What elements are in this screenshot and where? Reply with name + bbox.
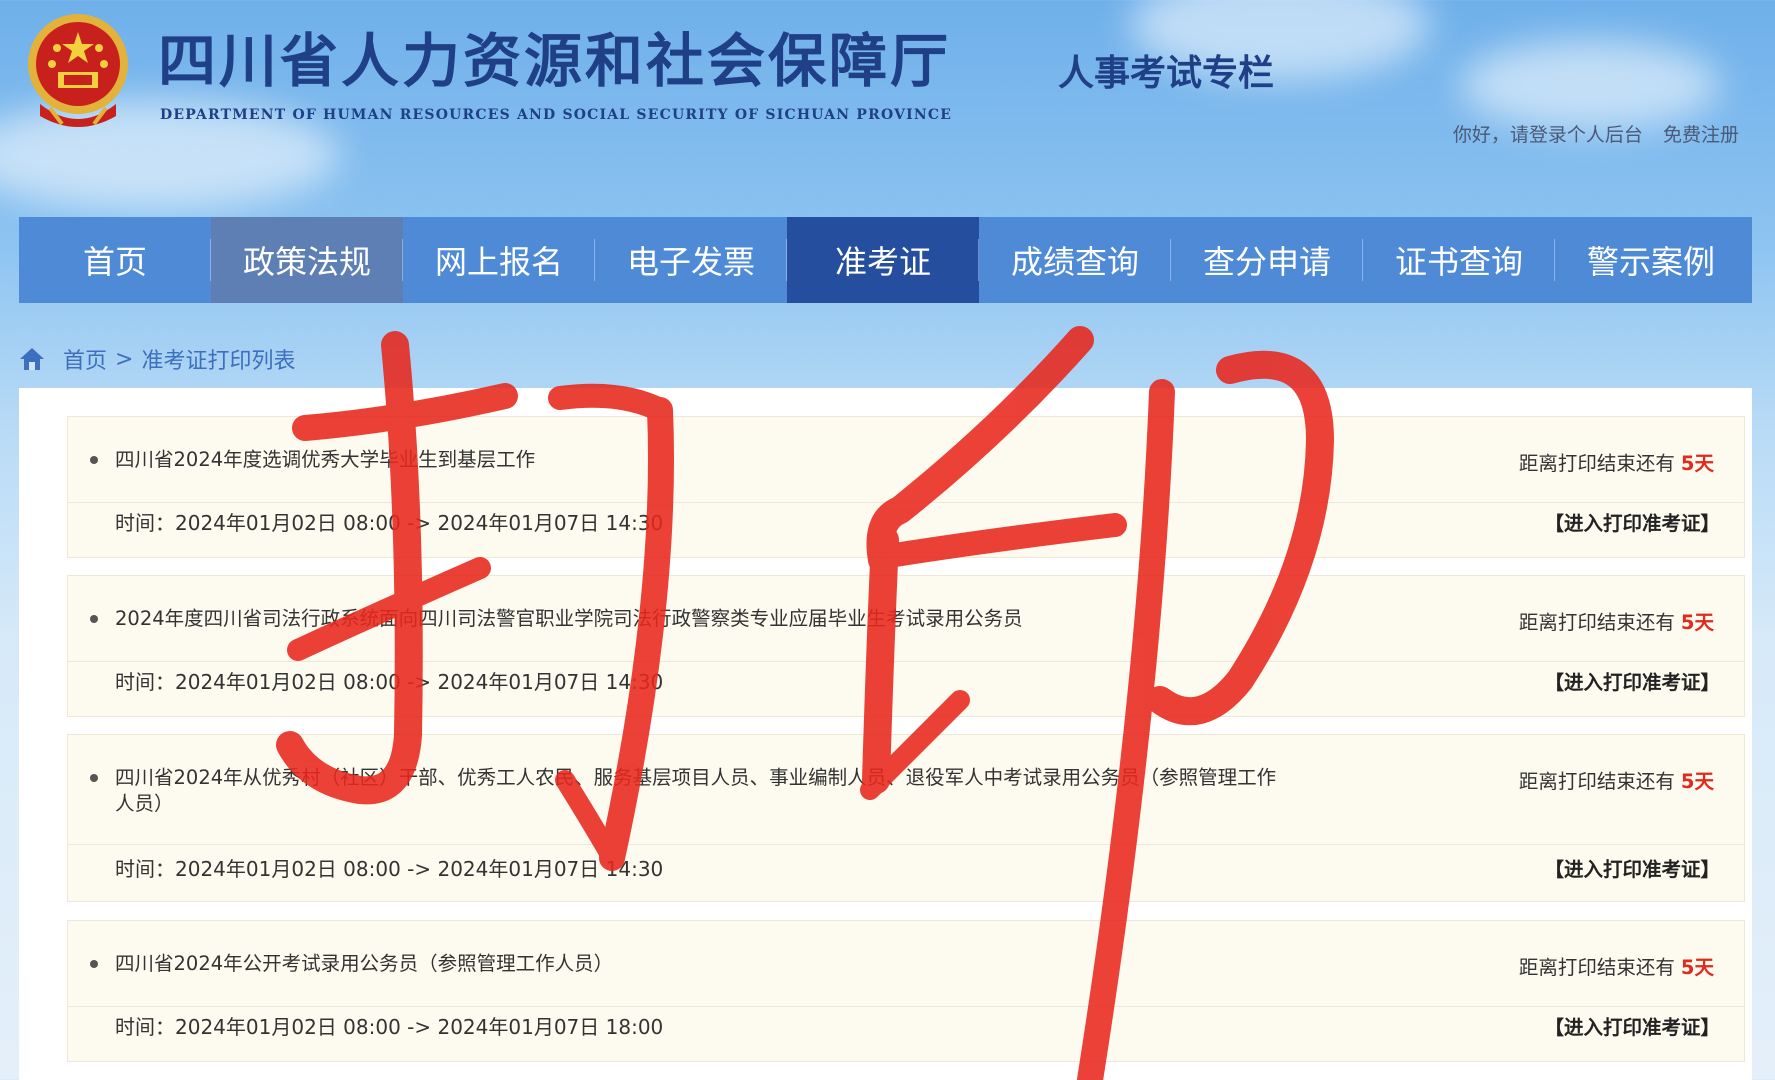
list-item: 2024年度四川省司法行政系统面向四川司法警官职业学院司法行政警察类专业应届毕业… — [67, 575, 1745, 717]
countdown-days: 5天 — [1680, 770, 1714, 793]
login-link[interactable]: 你好，请登录个人后台 — [1453, 124, 1643, 146]
exam-title: 四川省2024年从优秀村（社区）干部、优秀工人农民、服务基层项目人员、事业编制人… — [115, 766, 1277, 815]
print-countdown: 距离打印结束还有 5天 — [1519, 447, 1714, 476]
breadcrumb-separator: > — [115, 346, 134, 372]
exam-time: 时间：2024年01月02日 08:00 -> 2024年01月07日 14:3… — [115, 670, 664, 694]
exam-title: 四川省2024年公开考试录用公务员（参照管理工作人员） — [115, 952, 614, 975]
breadcrumb-current: 准考证打印列表 — [141, 349, 296, 374]
nav-item-certificate-query[interactable]: 证书查询 — [1363, 217, 1555, 303]
bullet-icon — [90, 615, 98, 623]
site-title: 四川省人力资源和社会保障厅 — [158, 27, 952, 95]
list-item: 四川省2024年从优秀村（社区）干部、优秀工人农民、服务基层项目人员、事业编制人… — [67, 734, 1745, 902]
countdown-days: 5天 — [1680, 452, 1714, 475]
countdown-days: 5天 — [1680, 611, 1714, 634]
nav-item-score-query[interactable]: 成绩查询 — [979, 217, 1171, 303]
bullet-icon — [90, 774, 98, 782]
nav-item-admission-ticket[interactable]: 准考证 — [787, 217, 979, 303]
content-panel: 四川省2024年度选调优秀大学毕业生到基层工作 距离打印结束还有 5天 时间：20… — [19, 388, 1752, 1080]
main-nav: 首页 政策法规 网上报名 电子发票 准考证 成绩查询 查分申请 证书查询 警示案… — [19, 217, 1752, 303]
exam-title: 2024年度四川省司法行政系统面向四川司法警官职业学院司法行政警察类专业应届毕业… — [115, 607, 1023, 630]
exam-time: 时间：2024年01月02日 08:00 -> 2024年01月07日 14:3… — [115, 857, 664, 881]
breadcrumb-home-link[interactable]: 首页 — [63, 343, 107, 375]
exam-time: 时间：2024年01月02日 08:00 -> 2024年01月07日 14:3… — [115, 511, 664, 535]
print-countdown: 距离打印结束还有 5天 — [1519, 951, 1714, 980]
countdown-label: 距离打印结束还有 — [1518, 956, 1675, 979]
exam-title: 四川省2024年度选调优秀大学毕业生到基层工作 — [115, 448, 536, 471]
nav-item-home[interactable]: 首页 — [19, 217, 211, 303]
countdown-label: 距离打印结束还有 — [1518, 452, 1675, 475]
print-countdown: 距离打印结束还有 5天 — [1519, 606, 1714, 635]
site-header: 四川省人力资源和社会保障厅 DEPARTMENT OF HUMAN RESOUR… — [0, 0, 1775, 215]
nav-item-policy[interactable]: 政策法规 — [211, 217, 403, 303]
bullet-icon — [90, 960, 98, 968]
print-countdown: 距离打印结束还有 5天 — [1519, 765, 1714, 794]
print-admission-ticket-link[interactable]: 【进入打印准考证】 — [1544, 507, 1720, 536]
home-icon — [20, 348, 44, 370]
countdown-label: 距离打印结束还有 — [1518, 770, 1675, 793]
nav-item-warning-cases[interactable]: 警示案例 — [1555, 217, 1747, 303]
column-title: 人事考试专栏 — [1058, 52, 1275, 94]
nav-item-score-review[interactable]: 查分申请 — [1171, 217, 1363, 303]
list-item: 四川省2024年度选调优秀大学毕业生到基层工作 距离打印结束还有 5天 时间：20… — [67, 416, 1745, 558]
breadcrumb: 首页 > 准考证打印列表 — [19, 343, 295, 375]
national-emblem-icon — [28, 14, 128, 127]
print-admission-ticket-link[interactable]: 【进入打印准考证】 — [1544, 1011, 1720, 1040]
site-subtitle: DEPARTMENT OF HUMAN RESOURCES AND SOCIAL… — [160, 107, 953, 123]
bullet-icon — [90, 456, 98, 464]
user-links: 你好，请登录个人后台 免费注册 — [1439, 120, 1739, 147]
nav-item-online-registration[interactable]: 网上报名 — [403, 217, 595, 303]
nav-item-e-invoice[interactable]: 电子发票 — [595, 217, 787, 303]
countdown-days: 5天 — [1680, 956, 1714, 979]
countdown-label: 距离打印结束还有 — [1518, 611, 1675, 634]
exam-time: 时间：2024年01月02日 08:00 -> 2024年01月07日 18:0… — [115, 1015, 664, 1039]
register-link[interactable]: 免费注册 — [1663, 124, 1739, 146]
list-item: 四川省2024年公开考试录用公务员（参照管理工作人员） 距离打印结束还有 5天 时… — [67, 920, 1745, 1062]
print-admission-ticket-link[interactable]: 【进入打印准考证】 — [1544, 853, 1720, 882]
print-admission-ticket-link[interactable]: 【进入打印准考证】 — [1544, 666, 1720, 695]
